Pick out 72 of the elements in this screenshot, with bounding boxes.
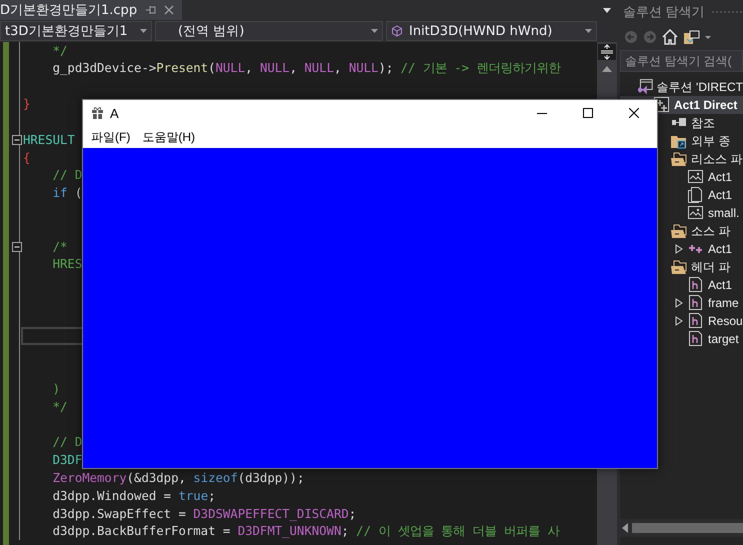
gift-icon [91,106,104,120]
tree-item[interactable]: Act1 [620,240,743,258]
panel-title: 솔루션 탐색기 [623,3,705,21]
cube-icon [391,25,403,37]
folder-icon [671,259,687,275]
code-line: g_pd3dDevice->Present(NULL, NULL, NULL, NULL); // 기본 -> 렌더링하기위한 [52,60,560,78]
code-line: } [23,97,30,112]
folder-icon [671,151,687,167]
image-file-icon [688,205,704,221]
tree-item[interactable]: 솔루션 'DIRECT [620,78,743,96]
code-line: HRES [52,257,82,272]
code-line: HRESULT [23,132,75,147]
tree-item[interactable]: Act1 [620,186,743,204]
tree-item[interactable]: Resou [620,312,743,330]
menu-item[interactable]: 파일(F) [85,128,136,146]
menu-item[interactable]: 도움말(H) [136,128,201,146]
code-line: // D [52,435,82,450]
collapse-icon[interactable] [12,242,22,252]
code-line: ZeroMemory(&d3dpp, sizeof(d3dpp)); [52,471,304,486]
code-line: { [23,150,30,165]
documents-icon [688,187,704,203]
header-file-icon [688,331,704,347]
code-line: // D [52,168,82,182]
code-line: */ [52,400,68,414]
code-line: d3dpp.SwapEffect = D3DSWAPEFFECT_DISCARD; [52,506,356,521]
tree-item[interactable]: 헤더 파 [620,258,743,276]
close-icon[interactable] [164,5,174,15]
home-icon[interactable] [662,29,678,45]
code-line: /* [52,240,68,254]
pin-icon[interactable] [145,4,156,16]
tree-item[interactable]: small. [620,204,743,222]
code-line: ) [52,382,60,396]
folder-icon [671,223,687,239]
linked-folder-icon [671,133,687,149]
code-line: */ [52,44,68,58]
caret-icon[interactable] [705,36,711,38]
image-file-icon [688,169,704,185]
header-file-icon [688,313,704,329]
scrollbar-thumb[interactable] [632,523,743,533]
project-dropdown[interactable]: t3D기본환경만들기1 [0,21,152,41]
document-tab[interactable]: D기본환경만들기1.cpp [0,0,182,20]
header-file-icon [688,277,704,293]
scroll-up-icon[interactable] [602,66,612,72]
caret-icon [371,29,378,33]
code-line: d3dpp.Windowed = true; [52,488,216,503]
code-line: D3DF [52,453,82,468]
close-icon [629,108,639,118]
split-icon[interactable] [600,44,614,60]
function-dropdown[interactable]: InitD3D(HWND hWnd) [386,21,597,41]
sync-icon[interactable] [683,30,700,44]
search-field[interactable]: 솔루션 탐색기 검색( [620,50,743,72]
code-line: d3dpp.BackBufferFormat = D3DFMT_UNKNOWN; // 이 셋업을 통해 더블 버퍼를 사 [52,522,560,540]
solution-icon [637,79,653,95]
tree-item[interactable]: Act1 [620,276,743,294]
tree-item[interactable]: Act1 [620,168,743,186]
expand-arrow-icon[interactable] [675,244,683,254]
window-title: A [110,106,119,120]
tree-item[interactable]: 리소스 파 [620,150,743,168]
caret-icon[interactable] [603,8,611,12]
tree-item[interactable]: frame [620,294,743,312]
code-line: if ( [52,186,82,200]
caret-icon [140,29,147,33]
collapse-icon[interactable] [12,134,22,145]
maximize-icon [583,108,593,118]
caret-icon [585,29,592,33]
tree-item[interactable]: 참조 [620,114,743,132]
tree-item[interactable]: 소스 파 [620,222,743,240]
header-file-icon [688,295,704,311]
tree-item[interactable]: target [620,330,743,348]
scroll-left-icon[interactable] [622,523,628,533]
scope-dropdown[interactable]: (전역 범위) [155,21,383,41]
tree-item[interactable]: 외부 종 [620,132,743,150]
